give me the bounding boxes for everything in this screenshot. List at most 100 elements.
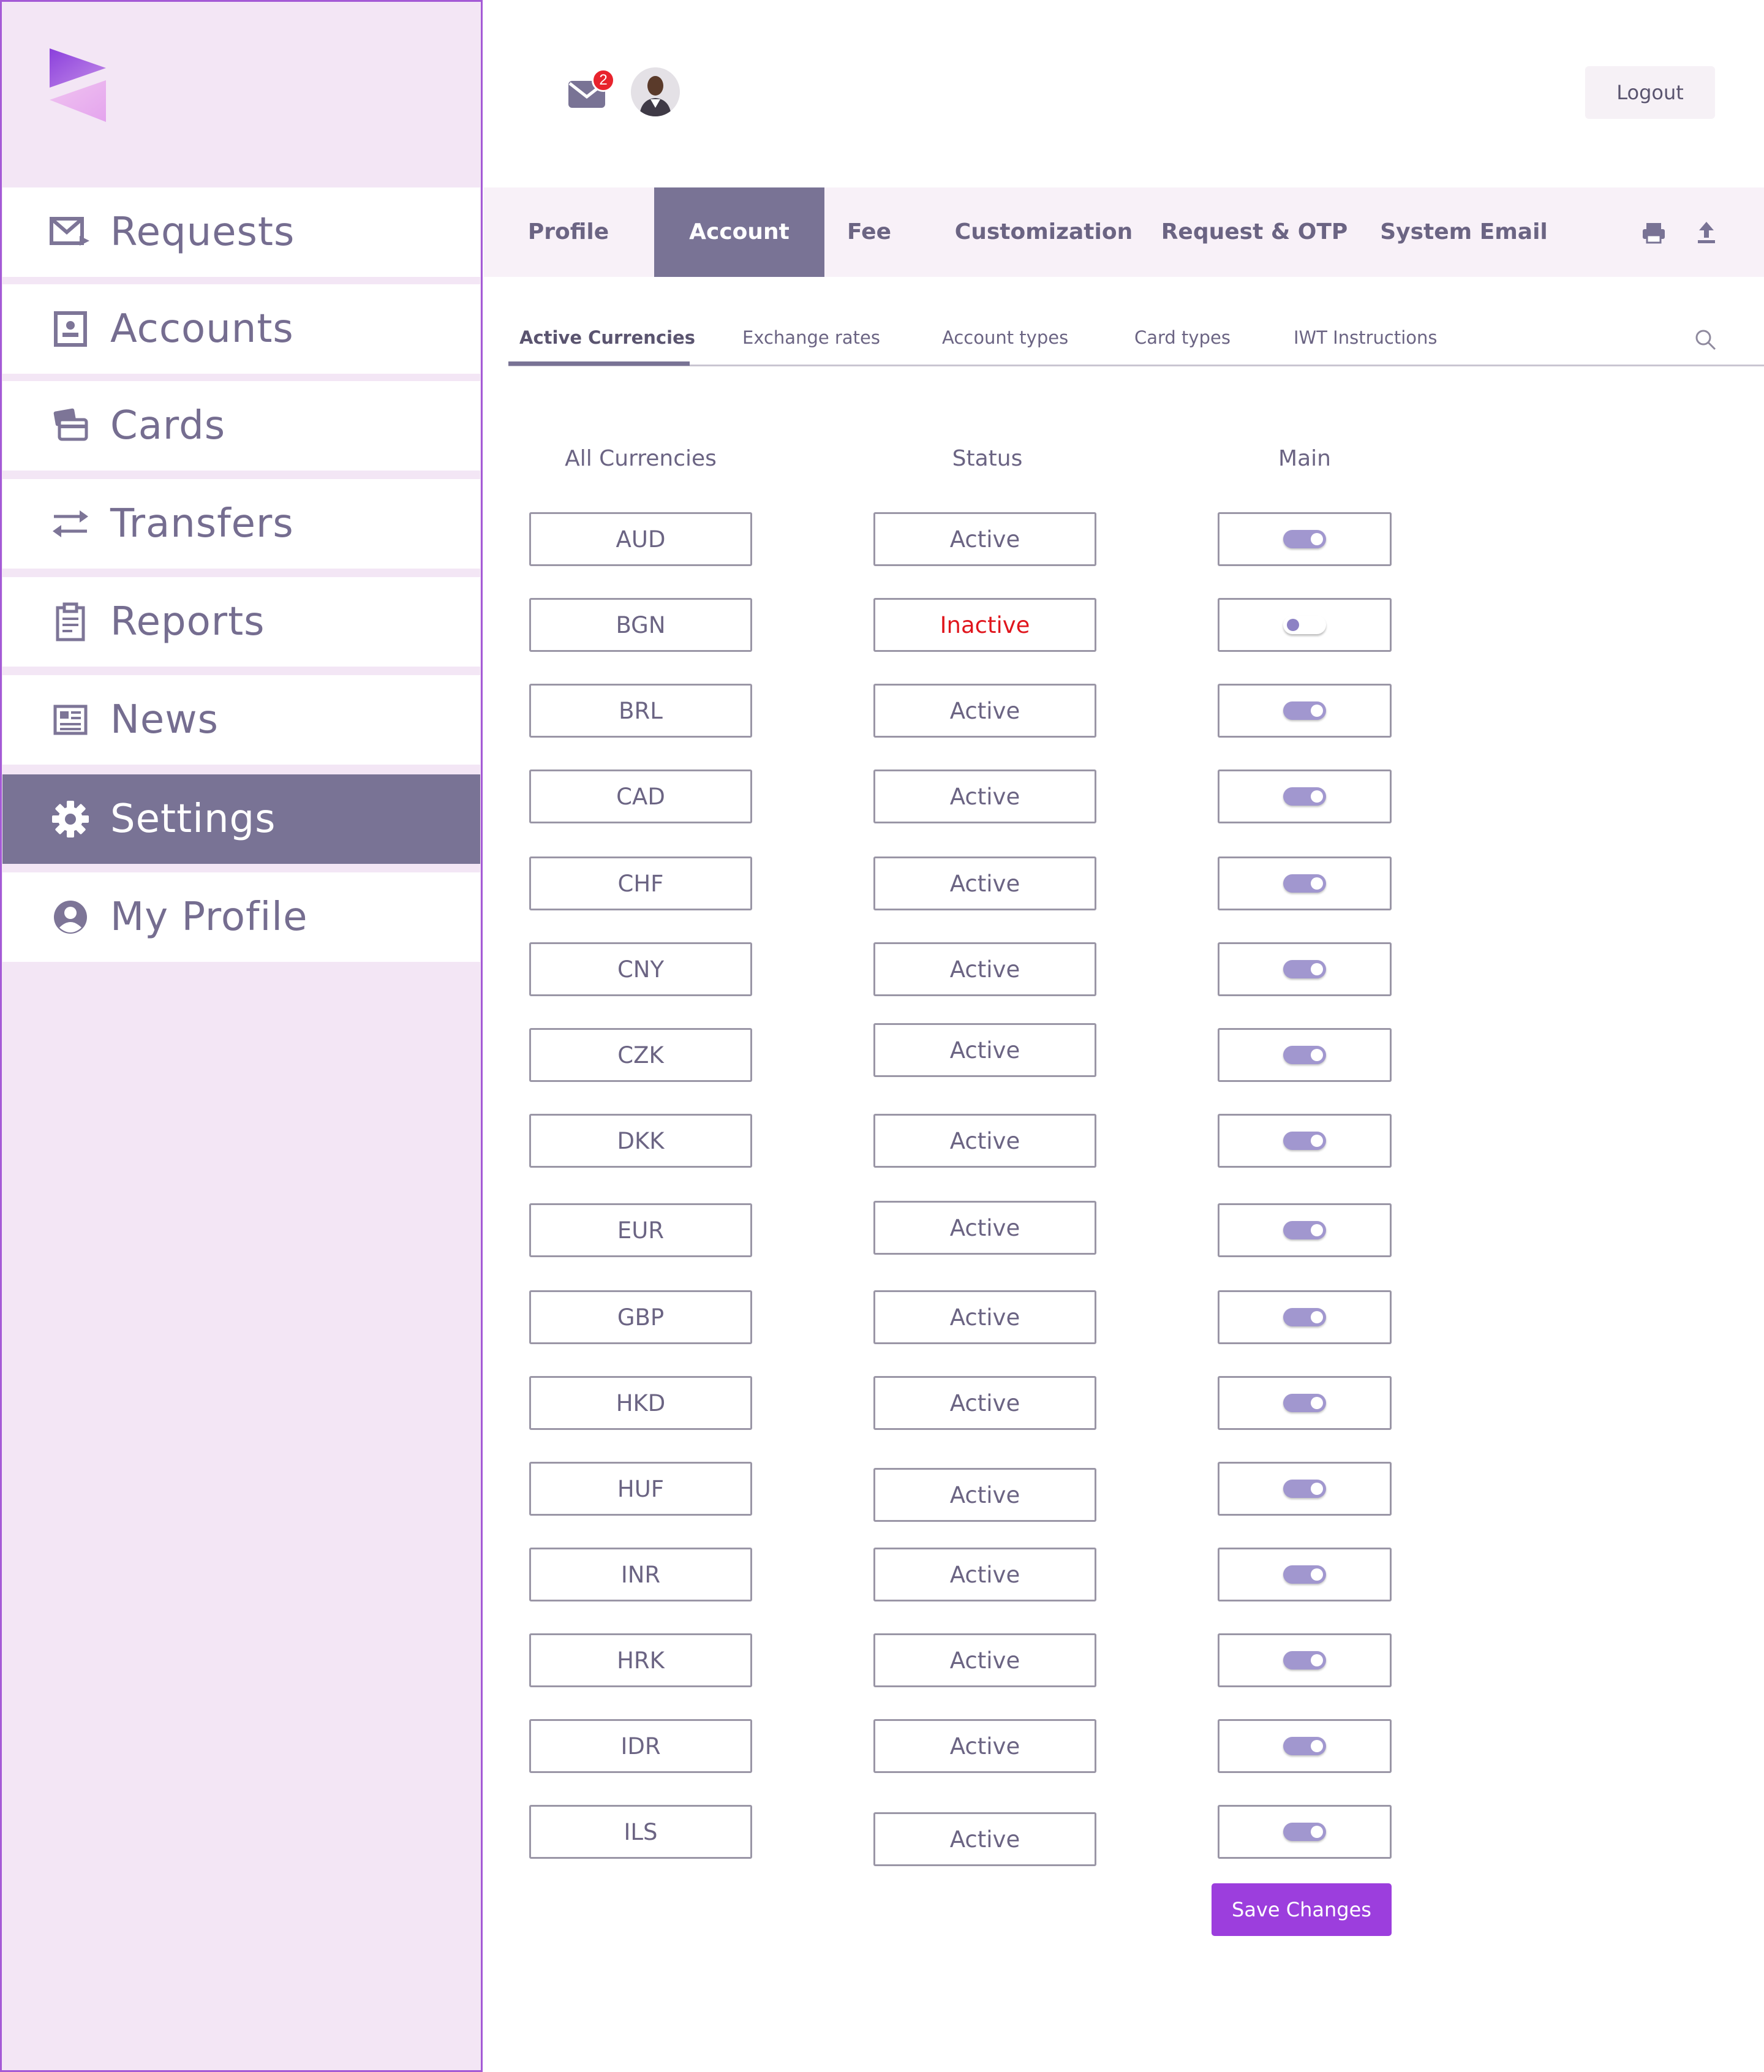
tab-system-email[interactable]: System Email (1360, 187, 1568, 277)
sidebar-item-label: Reports (110, 599, 265, 645)
main-toggle-cell[interactable] (1218, 1114, 1392, 1168)
sidebar-item-reports[interactable]: Reports (2, 577, 480, 667)
status-text: Active (949, 697, 1020, 724)
export-icon[interactable] (1693, 219, 1720, 246)
currency-code: CHF (617, 870, 664, 897)
main-toggle-cell[interactable] (1218, 1290, 1392, 1344)
status-cell[interactable]: Active (873, 1719, 1096, 1773)
currency-code: HRK (617, 1647, 665, 1674)
status-cell[interactable]: Active (873, 1548, 1096, 1601)
currency-code: CAD (616, 783, 665, 810)
toggle-knob (1311, 533, 1323, 545)
search-icon[interactable] (1693, 327, 1717, 352)
status-cell[interactable]: Active (873, 512, 1096, 566)
subtab-exchange-rates[interactable]: Exchange rates (742, 327, 880, 348)
sidebar-item-cards[interactable]: Cards (2, 381, 480, 471)
main-toggle[interactable] (1283, 1651, 1326, 1669)
status-cell[interactable]: Active (873, 1376, 1096, 1430)
main-toggle-cell[interactable] (1218, 684, 1392, 738)
main-toggle[interactable] (1283, 1565, 1326, 1584)
status-text: Active (949, 783, 1020, 810)
toggle-knob (1311, 1224, 1323, 1236)
main-toggle[interactable] (1283, 787, 1326, 806)
sidebar-item-news[interactable]: News (2, 675, 480, 765)
toggle-knob (1287, 619, 1299, 631)
main-toggle[interactable] (1283, 1823, 1326, 1841)
main-toggle-cell[interactable] (1218, 1633, 1392, 1687)
status-cell[interactable]: Active (873, 856, 1096, 910)
subtab-active-currencies[interactable]: Active Currencies (519, 327, 695, 348)
status-cell[interactable]: Active (873, 942, 1096, 996)
toggle-knob (1311, 1826, 1323, 1838)
currency-cell: EUR (529, 1203, 752, 1257)
currency-code: CNY (617, 956, 665, 983)
currency-code: CZK (617, 1042, 664, 1068)
subtab-iwt-instructions[interactable]: IWT Instructions (1294, 327, 1437, 348)
status-cell[interactable]: Active (873, 1114, 1096, 1168)
status-text: Active (949, 1037, 1020, 1064)
status-cell[interactable]: Inactive (873, 598, 1096, 652)
main-toggle[interactable] (1283, 701, 1326, 720)
sidebar-item-accounts[interactable]: Accounts (2, 284, 480, 374)
main-toggle-cell[interactable] (1218, 1805, 1392, 1859)
status-cell[interactable]: Active (873, 769, 1096, 823)
main-toggle-cell[interactable] (1218, 512, 1392, 566)
main-toggle[interactable] (1283, 1046, 1326, 1064)
status-cell[interactable]: Active (873, 1023, 1096, 1077)
status-cell[interactable]: Active (873, 1468, 1096, 1522)
tab-request-otp[interactable]: Request & OTP (1158, 187, 1351, 277)
sidebar-item-settings[interactable]: Settings (2, 774, 480, 864)
status-cell[interactable]: Active (873, 1201, 1096, 1255)
subtab-card-types[interactable]: Card types (1134, 327, 1231, 348)
currency-cell: GBP (529, 1290, 752, 1344)
sidebar-item-my-profile[interactable]: My Profile (2, 872, 480, 962)
tab-profile[interactable]: Profile (484, 187, 653, 277)
main-toggle[interactable] (1283, 1480, 1326, 1498)
sidebar-item-transfers[interactable]: Transfers (2, 479, 480, 569)
main-toggle[interactable] (1283, 1308, 1326, 1326)
logout-button[interactable]: Logout (1585, 66, 1715, 119)
main-toggle[interactable] (1283, 1737, 1326, 1755)
tab-fee[interactable]: Fee (824, 187, 914, 277)
currency-cell: DKK (529, 1114, 752, 1168)
main-toggle-cell[interactable] (1218, 1548, 1392, 1601)
main-toggle-cell[interactable] (1218, 1376, 1392, 1430)
main-toggle-cell[interactable] (1218, 1203, 1392, 1257)
currency-cell: CHF (529, 856, 752, 910)
main-toggle-cell[interactable] (1218, 1719, 1392, 1773)
main-toggle[interactable] (1283, 874, 1326, 893)
main-toggle-cell[interactable] (1218, 769, 1392, 823)
mail-arrow-icon (49, 212, 92, 252)
main-tabs: Profile Account Fee Customization Reques… (484, 187, 1764, 277)
main-toggle-cell[interactable] (1218, 598, 1392, 652)
main-toggle-cell[interactable] (1218, 1462, 1392, 1516)
save-changes-button[interactable]: Save Changes (1212, 1883, 1392, 1936)
user-avatar[interactable] (631, 67, 680, 116)
main-toggle[interactable] (1283, 616, 1326, 634)
main-toggle-cell[interactable] (1218, 942, 1392, 996)
main-toggle-cell[interactable] (1218, 856, 1392, 910)
status-cell[interactable]: Active (873, 684, 1096, 738)
subtab-account-types[interactable]: Account types (942, 327, 1068, 348)
currency-cell: CAD (529, 769, 752, 823)
sidebar-item-requests[interactable]: Requests (2, 187, 480, 277)
toggle-knob (1311, 1568, 1323, 1581)
main-toggle[interactable] (1283, 1132, 1326, 1150)
status-cell[interactable]: Active (873, 1633, 1096, 1687)
toggle-knob (1311, 1740, 1323, 1752)
main-toggle[interactable] (1283, 1221, 1326, 1239)
status-text: Active (949, 1127, 1020, 1154)
status-cell[interactable]: Active (873, 1290, 1096, 1344)
tab-account[interactable]: Account (654, 187, 824, 277)
main-toggle[interactable] (1283, 530, 1326, 548)
tab-customization[interactable]: Customization (940, 187, 1148, 277)
header-all-currencies: All Currencies (565, 446, 717, 471)
main-toggle[interactable] (1283, 960, 1326, 978)
status-text: Active (949, 1390, 1020, 1416)
status-cell[interactable]: Active (873, 1812, 1096, 1866)
print-icon[interactable] (1640, 219, 1667, 246)
status-text: Active (949, 1214, 1020, 1241)
toggle-knob (1311, 1049, 1323, 1061)
main-toggle-cell[interactable] (1218, 1028, 1392, 1082)
main-toggle[interactable] (1283, 1394, 1326, 1412)
